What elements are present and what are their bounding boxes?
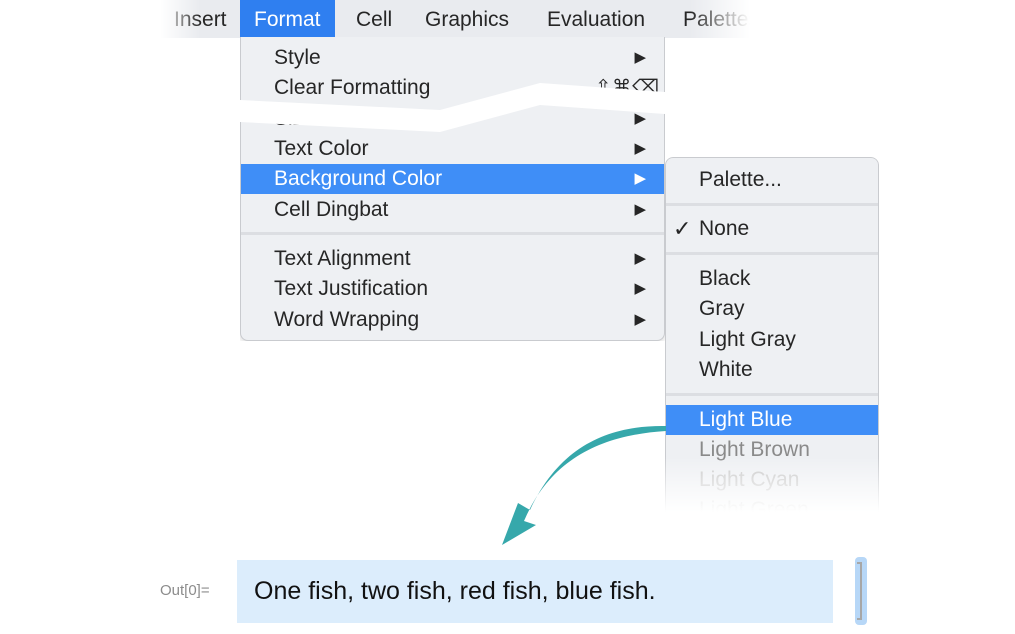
menu-item-label: Text Justification <box>274 277 429 300</box>
menu-separator <box>241 232 664 235</box>
submenu-arrow-icon: ▶ <box>634 170 646 187</box>
output-cell[interactable]: One fish, two fish, red fish, blue fish. <box>237 560 833 623</box>
submenu-arrow-icon: ▶ <box>634 280 646 297</box>
shortcut-shift-cmd-delete-icon: ⇧⌘⌫ <box>595 77 660 98</box>
menu-item-size[interactable]: Size ▶ <box>274 105 664 134</box>
menu-graphics[interactable]: Graphics <box>411 0 523 38</box>
submenu-item-gray[interactable]: Gray <box>699 294 878 324</box>
submenu-item-white[interactable]: White <box>699 355 878 385</box>
cell-bracket-icon <box>857 562 862 620</box>
menu-format[interactable]: Format <box>240 0 335 38</box>
menu-item-clear-formatting[interactable]: Clear Formatting ⇧⌘⌫ <box>274 73 664 103</box>
menu-separator <box>666 203 878 206</box>
submenu-arrow-icon: ▶ <box>634 49 646 66</box>
menu-palettes[interactable]: Palettes <box>669 0 773 38</box>
menu-item-text-color[interactable]: Text Color ▶ <box>274 134 664 164</box>
submenu-item-none[interactable]: None <box>699 214 878 244</box>
submenu-item-light-brown[interactable]: Light Brown <box>699 435 878 465</box>
menu-separator <box>666 393 878 396</box>
menu-item-cell-dingbat[interactable]: Cell Dingbat ▶ <box>274 195 664 225</box>
submenu-item-palette[interactable]: Palette... <box>699 165 878 195</box>
submenu-item-light-green[interactable]: Light Green <box>699 495 878 517</box>
menu-item-label: Clear Formatting <box>274 76 431 99</box>
checkmark-icon: ✓ <box>673 216 692 241</box>
format-menu-top: Style ▶ Clear Formatting ⇧⌘⌫ <box>240 37 665 110</box>
menu-item-label: Word Wrapping <box>274 308 420 331</box>
menu-item-label: Style <box>274 46 321 69</box>
menu-separator <box>666 252 878 255</box>
menu-cell[interactable]: Cell <box>342 0 406 38</box>
cell-bracket[interactable] <box>855 557 867 625</box>
output-label: Out[0]= <box>160 582 210 599</box>
menu-item-text-alignment[interactable]: Text Alignment ▶ <box>274 244 664 274</box>
curved-arrow-icon <box>502 425 666 545</box>
submenu-arrow-icon: ▶ <box>634 250 646 267</box>
menu-item-text-justification[interactable]: Text Justification ▶ <box>274 274 664 304</box>
menu-item-word-wrapping[interactable]: Word Wrapping ▶ <box>274 305 664 335</box>
submenu-item-light-blue[interactable]: Light Blue <box>666 405 878 435</box>
submenu-arrow-icon: ▶ <box>634 110 646 127</box>
submenu-arrow-icon: ▶ <box>634 140 646 157</box>
menu-insert[interactable]: Insert <box>160 0 241 38</box>
menu-item-style[interactable]: Style ▶ <box>274 43 664 73</box>
background-color-submenu: Palette... ✓ None Black Gray Light Gray … <box>665 157 879 517</box>
submenu-arrow-icon: ▶ <box>634 311 646 328</box>
format-menu-bottom: Size ▶ Text Color ▶ Background Color ▶ C… <box>240 105 665 341</box>
submenu-item-light-gray[interactable]: Light Gray <box>699 325 878 355</box>
menu-item-label: Text Alignment <box>274 247 411 270</box>
menu-item-background-color[interactable]: Background Color ▶ <box>241 164 664 194</box>
submenu-item-black[interactable]: Black <box>699 264 878 294</box>
submenu-item-light-cyan[interactable]: Light Cyan <box>699 465 878 495</box>
menu-item-label: Background Color <box>274 167 443 190</box>
menu-item-label: Size <box>274 107 315 130</box>
menu-item-label: Text Color <box>274 137 369 160</box>
submenu-arrow-icon: ▶ <box>634 201 646 218</box>
menu-item-label: Cell Dingbat <box>274 198 389 221</box>
menu-bar: Insert Format Cell Graphics Evaluation P… <box>160 0 759 38</box>
menu-evaluation[interactable]: Evaluation <box>533 0 659 38</box>
